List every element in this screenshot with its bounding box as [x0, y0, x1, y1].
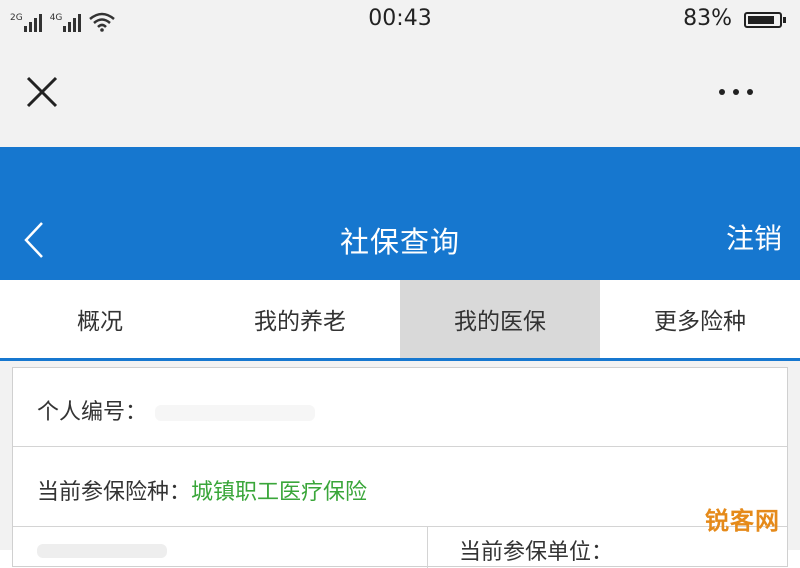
tab-my-pension[interactable]: 我的养老	[200, 280, 400, 358]
watermark-logo: 锐客网	[705, 507, 780, 535]
insured-unit-label: 当前参保单位：	[459, 540, 614, 565]
more-icon	[719, 89, 753, 95]
personal-id-row: 个人编号：	[13, 368, 787, 447]
close-icon	[26, 76, 58, 108]
tab-my-medical-insurance[interactable]: 我的医保	[400, 280, 600, 358]
app-header: 社保查询 注销	[0, 147, 800, 280]
more-button[interactable]	[712, 82, 762, 102]
close-button[interactable]	[22, 72, 62, 112]
personal-id-label: 个人编号：	[37, 394, 316, 426]
personal-id-value	[155, 405, 316, 421]
battery-icon	[744, 12, 786, 28]
divider	[427, 526, 428, 568]
status-bar: 2G 4G 00:43 83%	[0, 0, 800, 42]
insurance-type-label: 当前参保险种：	[37, 480, 192, 505]
content-area: 个人编号： 当前参保险种：城镇职工医疗保险 当前参保单位：	[0, 361, 800, 568]
status-time: 00:43	[368, 6, 432, 31]
logout-button[interactable]: 注销	[726, 217, 782, 257]
hidden-field-value	[37, 544, 167, 558]
battery-percent: 83%	[683, 6, 732, 31]
page-title: 社保查询	[339, 225, 460, 259]
insurance-type-value: 城镇职工医疗保险	[191, 480, 368, 505]
tab-overview[interactable]: 概况	[0, 280, 200, 358]
tab-bar: 概况 我的养老 我的医保 更多险种	[0, 280, 800, 361]
insurance-info-card: 个人编号： 当前参保险种：城镇职工医疗保险 当前参保单位：	[12, 367, 788, 568]
tab-more-insurance[interactable]: 更多险种	[600, 280, 800, 358]
browser-nav-bar	[0, 42, 800, 147]
insurance-type-row: 当前参保险种：城镇职工医疗保险	[13, 446, 787, 527]
